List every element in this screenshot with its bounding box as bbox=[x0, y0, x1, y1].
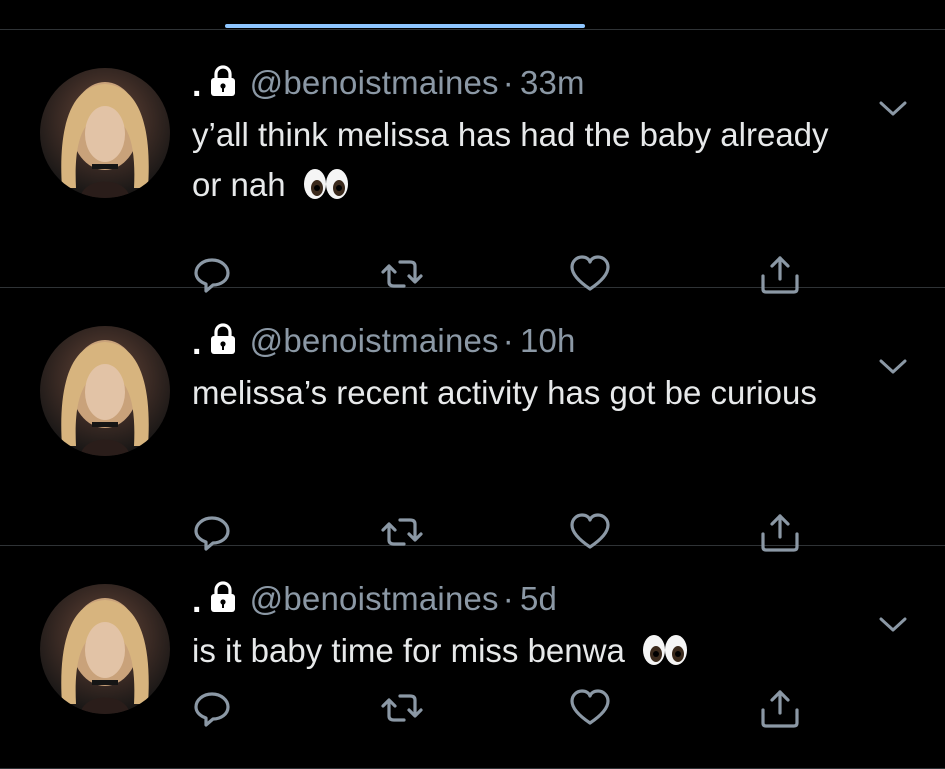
eyes-emoji bbox=[303, 169, 348, 200]
timestamp[interactable]: 33m bbox=[520, 64, 585, 102]
separator: · bbox=[502, 322, 514, 359]
tweet-header: . @benoistmaines · 5d bbox=[192, 574, 557, 624]
lock-icon bbox=[210, 323, 235, 354]
reply-icon[interactable] bbox=[190, 686, 234, 730]
separator: · bbox=[502, 580, 514, 617]
tweet-text: melissa’s recent activity has got be cur… bbox=[192, 368, 832, 418]
chevron-down-icon[interactable] bbox=[876, 98, 910, 120]
tweet-text: y’all think melissa has had the baby alr… bbox=[192, 110, 832, 210]
avatar[interactable] bbox=[40, 584, 170, 714]
handle[interactable]: @benoistmaines bbox=[250, 580, 499, 618]
handle[interactable]: @benoistmaines bbox=[250, 64, 499, 102]
chevron-down-icon[interactable] bbox=[876, 356, 910, 378]
display-name[interactable]: . bbox=[192, 582, 202, 621]
active-tab-indicator bbox=[225, 24, 585, 28]
avatar[interactable] bbox=[40, 68, 170, 198]
eyes-emoji bbox=[643, 635, 687, 666]
tweet-text-content: melissa’s recent activity has got be cur… bbox=[192, 374, 817, 411]
tweet-text-content: y’all think melissa has had the baby alr… bbox=[192, 116, 829, 203]
chevron-down-icon[interactable] bbox=[876, 614, 910, 636]
tweet-header: . @benoistmaines · 33m bbox=[192, 58, 585, 108]
lock-icon bbox=[210, 65, 235, 96]
timestamp[interactable]: 10h bbox=[520, 322, 576, 360]
tweet-text: is it baby time for miss benwa bbox=[192, 626, 832, 676]
share-icon[interactable] bbox=[758, 686, 802, 730]
tweet-1[interactable]: . @benoistmaines · 33m y’all think melis… bbox=[0, 30, 945, 294]
display-name[interactable]: . bbox=[192, 66, 202, 105]
tweet-text-content: is it baby time for miss benwa bbox=[192, 632, 625, 669]
tweet-2[interactable]: . @benoistmaines · 10h melissa’s recent … bbox=[0, 288, 945, 552]
lock-icon bbox=[210, 581, 235, 612]
retweet-icon[interactable] bbox=[380, 686, 424, 730]
avatar[interactable] bbox=[40, 326, 170, 456]
tweet-3[interactable]: . @benoistmaines · 5d is it baby time fo… bbox=[0, 546, 945, 769]
separator: · bbox=[502, 64, 514, 101]
heart-icon[interactable] bbox=[568, 686, 612, 730]
timestamp[interactable]: 5d bbox=[520, 580, 557, 618]
tweet-header: . @benoistmaines · 10h bbox=[192, 316, 576, 366]
handle[interactable]: @benoistmaines bbox=[250, 322, 499, 360]
display-name[interactable]: . bbox=[192, 324, 202, 363]
